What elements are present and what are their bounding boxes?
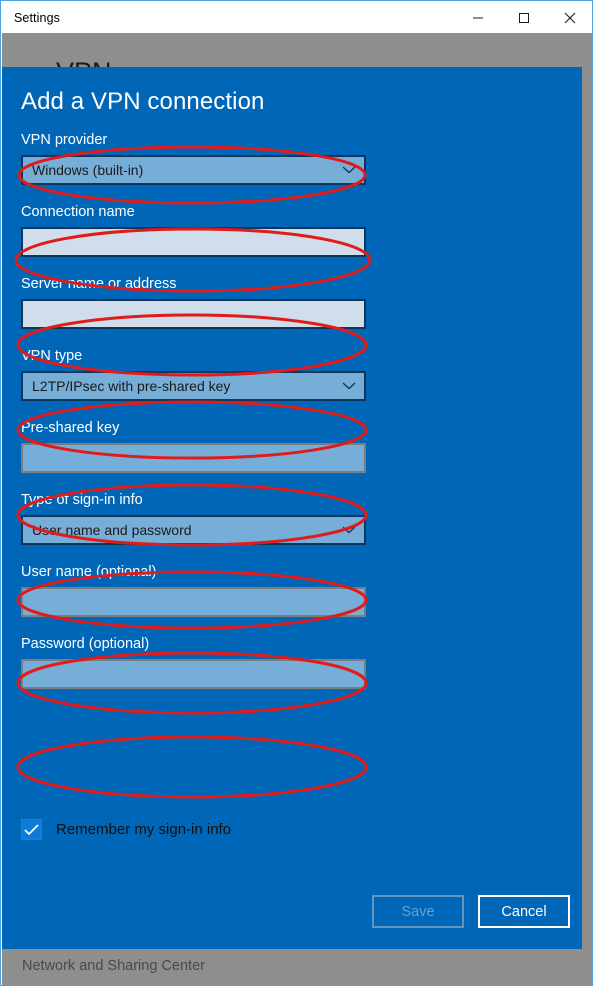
label-server-name: Server name or address [21,276,177,292]
vpn-provider-value: Windows (built-in) [32,162,144,178]
remember-sign-in-label: Remember my sign-in info [56,821,232,838]
chevron-down-icon [342,166,356,175]
network-sharing-center-link[interactable]: Network and Sharing Center [22,958,205,974]
user-name-input[interactable] [21,587,366,617]
label-user-name: User name (optional) [21,564,157,580]
label-vpn-type: VPN type [21,348,83,364]
label-vpn-provider: VPN provider [21,132,108,148]
field-connection-name: Connection name [21,203,366,257]
dialog-title: Add a VPN connection [21,88,265,115]
vpn-form: VPN provider Windows (built-in) Connecti… [21,131,366,707]
caption-button-group [455,2,592,33]
sign-in-info-type-select[interactable]: User name and password [21,515,366,545]
vpn-type-value: L2TP/IPsec with pre-shared key [32,378,231,394]
field-pre-shared-key: Pre-shared key [21,419,366,473]
settings-window: Settings Network and Sharing Center Add … [0,0,593,986]
sign-in-info-type-value: User name and password [32,522,192,538]
label-connection-name: Connection name [21,204,135,220]
password-input[interactable] [21,659,366,689]
label-sign-in-info-type: Type of sign-in info [21,492,143,508]
remember-sign-in-row[interactable]: Remember my sign-in info [21,819,231,840]
field-server-name: Server name or address [21,275,366,329]
close-button[interactable] [547,2,592,33]
server-name-input[interactable] [21,299,366,329]
cancel-button[interactable]: Cancel [478,895,570,928]
field-user-name: User name (optional) [21,563,366,617]
field-sign-in-info-type: Type of sign-in info User name and passw… [21,491,366,545]
field-vpn-type: VPN type L2TP/IPsec with pre-shared key [21,347,366,401]
minimize-button[interactable] [455,2,501,33]
label-password: Password (optional) [21,636,150,652]
vpn-type-select[interactable]: L2TP/IPsec with pre-shared key [21,371,366,401]
vpn-provider-select[interactable]: Windows (built-in) [21,155,366,185]
window-title: Settings [14,10,60,25]
chevron-down-icon [342,526,356,535]
connection-name-input[interactable] [21,227,366,257]
field-password: Password (optional) [21,635,366,689]
pre-shared-key-input[interactable] [21,443,366,473]
remember-sign-in-checkbox[interactable] [21,819,42,840]
chevron-down-icon [342,382,356,391]
title-bar[interactable]: Settings [2,2,592,33]
save-button[interactable]: Save [372,895,464,928]
add-vpn-dialog: Add a VPN connection VPN provider Window… [2,67,582,949]
field-vpn-provider: VPN provider Windows (built-in) [21,131,366,185]
label-pre-shared-key: Pre-shared key [21,420,120,436]
dialog-buttons: Save Cancel [372,895,570,928]
maximize-button[interactable] [501,2,547,33]
